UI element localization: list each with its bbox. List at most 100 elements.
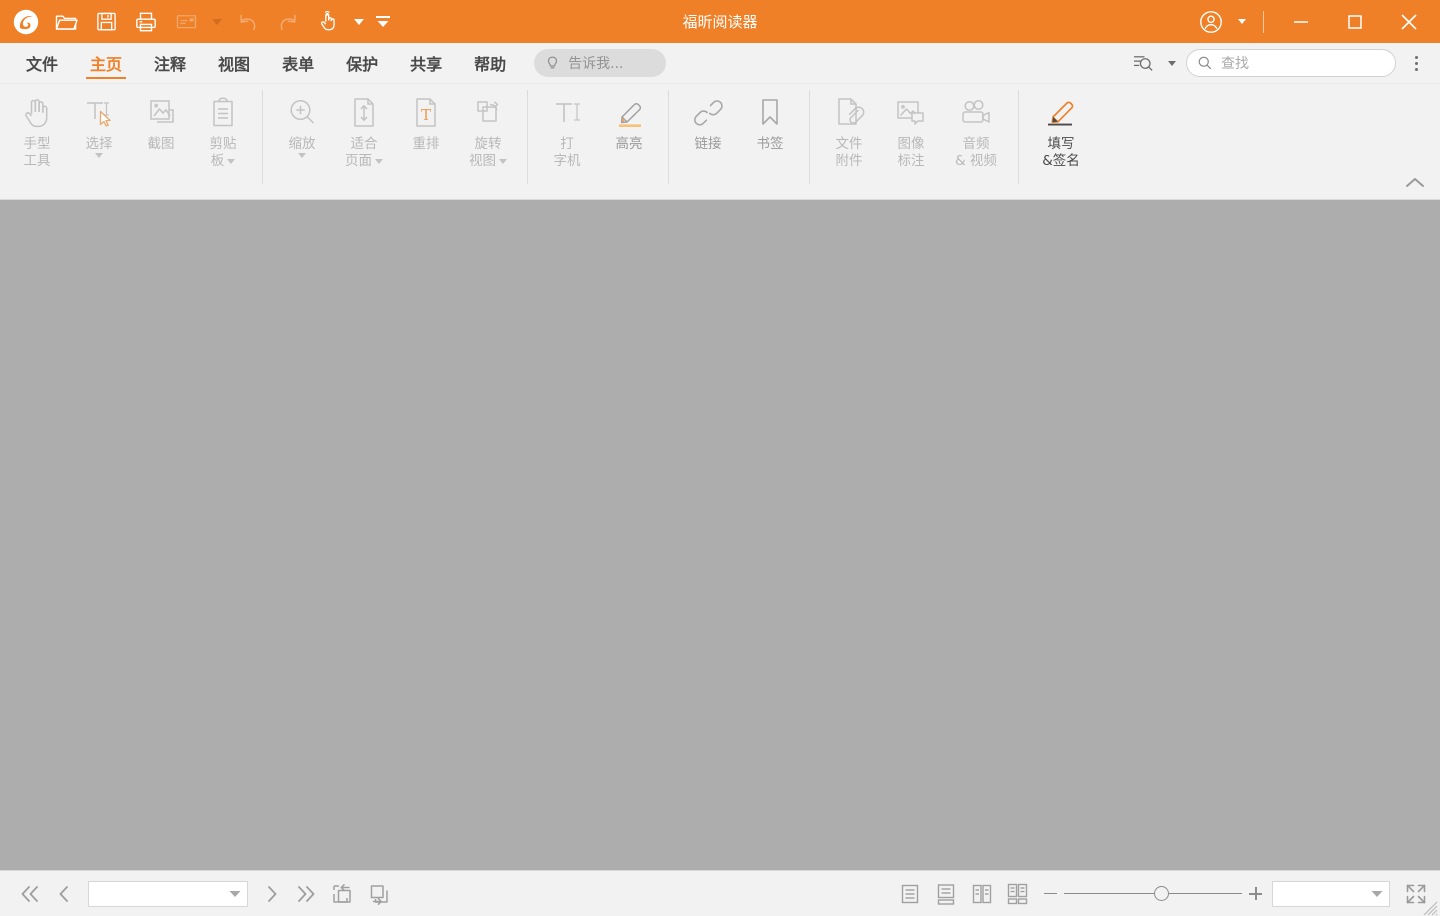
search-input[interactable]: 查找 bbox=[1186, 49, 1396, 77]
rotate-view-button[interactable]: 旋转 视图 bbox=[457, 84, 519, 180]
previous-page-button[interactable] bbox=[48, 877, 80, 911]
ribbon-group-view: 缩放 适合 页面 T 重排 旋转 视图 bbox=[271, 84, 519, 194]
print-icon[interactable] bbox=[126, 2, 166, 42]
redo-icon[interactable] bbox=[268, 2, 308, 42]
tab-view[interactable]: 视图 bbox=[202, 43, 266, 84]
email-icon[interactable] bbox=[166, 2, 206, 42]
tab-view-label: 视图 bbox=[218, 55, 251, 74]
ribbon-group-links: 链接 书签 bbox=[677, 84, 801, 194]
previous-view-button[interactable] bbox=[324, 877, 360, 911]
hand-tool-icon bbox=[19, 90, 55, 136]
snapshot-button[interactable]: 截图 bbox=[130, 84, 192, 180]
next-page-button[interactable] bbox=[256, 877, 288, 911]
highlight-button[interactable]: 高亮 bbox=[598, 84, 660, 180]
page-navigation bbox=[0, 877, 398, 911]
ribbon-group-tools: 手型 工具 选择 截图 剪贴 板 bbox=[0, 84, 254, 194]
status-bar bbox=[0, 870, 1440, 916]
select-tool-button[interactable]: 选择 bbox=[68, 84, 130, 180]
single-page-view-button[interactable] bbox=[894, 878, 926, 910]
hand-tool-dropdown-icon[interactable] bbox=[348, 2, 370, 42]
zoom-button[interactable]: 缩放 bbox=[271, 84, 333, 180]
collapse-ribbon-button[interactable] bbox=[1398, 169, 1432, 197]
fill-and-sign-button[interactable]: 填写 &签名 bbox=[1027, 84, 1095, 180]
image-annotation-button[interactable]: 图像 标注 bbox=[880, 84, 942, 180]
continuous-page-icon bbox=[937, 883, 955, 905]
hand-tool-button[interactable]: 手型 工具 bbox=[6, 84, 68, 180]
tab-home[interactable]: 主页 bbox=[74, 43, 138, 84]
clipboard-dropdown-icon[interactable] bbox=[227, 159, 236, 164]
open-icon[interactable] bbox=[46, 2, 86, 42]
undo-icon[interactable] bbox=[228, 2, 268, 42]
clipboard-button[interactable]: 剪贴 板 bbox=[192, 84, 254, 180]
minimize-button[interactable] bbox=[1274, 0, 1328, 43]
resize-grip-icon[interactable] bbox=[1418, 896, 1438, 916]
save-icon[interactable] bbox=[86, 2, 126, 42]
single-page-icon bbox=[901, 884, 919, 903]
tab-file[interactable]: 文件 bbox=[10, 43, 74, 84]
ribbon-toolbar: 手型 工具 选择 截图 剪贴 板 缩放 适合 页面 T 重排 旋转 视图 打 字… bbox=[0, 84, 1440, 200]
account-dropdown-icon[interactable] bbox=[1231, 2, 1253, 42]
app-logo-icon[interactable] bbox=[6, 2, 46, 42]
link-button[interactable]: 链接 bbox=[677, 84, 739, 180]
email-dropdown-icon[interactable] bbox=[206, 2, 228, 42]
tab-form[interactable]: 表单 bbox=[266, 43, 330, 84]
maximize-button[interactable] bbox=[1328, 0, 1382, 43]
file-attachment-button[interactable]: 文件 附件 bbox=[818, 84, 880, 180]
menu-bar: 文件 主页 注释 视图 表单 保护 共享 帮助 告诉我... 查找 bbox=[0, 43, 1440, 84]
tab-share[interactable]: 共享 bbox=[394, 43, 458, 84]
rotate-view-label: 旋转 视图 bbox=[469, 136, 507, 170]
typewriter-icon bbox=[549, 90, 585, 136]
close-button[interactable] bbox=[1382, 0, 1436, 43]
tell-me-search[interactable]: 告诉我... bbox=[534, 49, 667, 77]
chevron-left-icon bbox=[59, 885, 68, 902]
kebab-menu-icon[interactable] bbox=[1402, 49, 1430, 77]
zoom-label: 缩放 bbox=[289, 136, 316, 158]
clipboard-icon bbox=[207, 90, 239, 136]
window-controls bbox=[1191, 0, 1440, 43]
next-view-button[interactable] bbox=[362, 877, 398, 911]
zoom-out-button[interactable] bbox=[1044, 892, 1057, 895]
tab-form-label: 表单 bbox=[282, 55, 315, 74]
page-number-dropdown-icon[interactable] bbox=[229, 885, 241, 903]
rotate-view-dropdown-icon[interactable] bbox=[499, 159, 507, 164]
tab-comment[interactable]: 注释 bbox=[138, 43, 202, 84]
facing-continuous-view-button[interactable] bbox=[1002, 878, 1034, 910]
tab-help[interactable]: 帮助 bbox=[458, 43, 522, 84]
audio-video-button[interactable]: 音频 & 视频 bbox=[942, 84, 1010, 180]
tab-protect[interactable]: 保护 bbox=[330, 43, 394, 84]
bookmark-button[interactable]: 书签 bbox=[739, 84, 801, 180]
zoom-slider-handle[interactable] bbox=[1154, 886, 1170, 901]
double-chevron-right-icon bbox=[298, 885, 315, 902]
select-tool-dropdown-icon[interactable] bbox=[95, 153, 103, 158]
hand-click-icon[interactable] bbox=[308, 2, 348, 42]
typewriter-button[interactable]: 打 字机 bbox=[536, 84, 598, 180]
customize-toolbar-icon[interactable] bbox=[370, 2, 396, 42]
advanced-search-icon[interactable] bbox=[1128, 49, 1158, 77]
continuous-page-view-button[interactable] bbox=[930, 878, 962, 910]
advanced-search-dropdown-icon[interactable] bbox=[1164, 49, 1180, 77]
zoom-level-input[interactable] bbox=[1272, 880, 1390, 907]
menubar-right-tools: 查找 bbox=[1128, 49, 1440, 77]
zoom-dropdown-icon[interactable] bbox=[298, 153, 306, 158]
highlight-label: 高亮 bbox=[615, 136, 643, 152]
last-page-button[interactable] bbox=[290, 877, 322, 911]
zoom-level-dropdown-icon[interactable] bbox=[1371, 885, 1383, 903]
next-view-icon bbox=[370, 884, 388, 905]
fit-page-icon bbox=[348, 90, 380, 136]
reflow-button[interactable]: T 重排 bbox=[395, 84, 457, 180]
zoom-slider[interactable] bbox=[1064, 886, 1242, 902]
tab-protect-label: 保护 bbox=[346, 55, 379, 74]
page-number-input[interactable] bbox=[88, 880, 248, 907]
first-page-button[interactable] bbox=[14, 877, 46, 911]
account-icon[interactable] bbox=[1191, 2, 1231, 42]
rotate-view-icon bbox=[470, 90, 506, 136]
zoom-in-button[interactable] bbox=[1249, 887, 1262, 900]
link-label: 链接 bbox=[694, 136, 722, 152]
fit-page-button[interactable]: 适合 页面 bbox=[333, 84, 395, 180]
document-view-area[interactable] bbox=[0, 200, 1440, 870]
facing-page-view-button[interactable] bbox=[966, 878, 998, 910]
double-chevron-left-icon bbox=[21, 885, 38, 902]
fit-page-dropdown-icon[interactable] bbox=[375, 159, 383, 164]
select-text-icon bbox=[81, 90, 117, 136]
search-placeholder: 查找 bbox=[1221, 56, 1249, 72]
